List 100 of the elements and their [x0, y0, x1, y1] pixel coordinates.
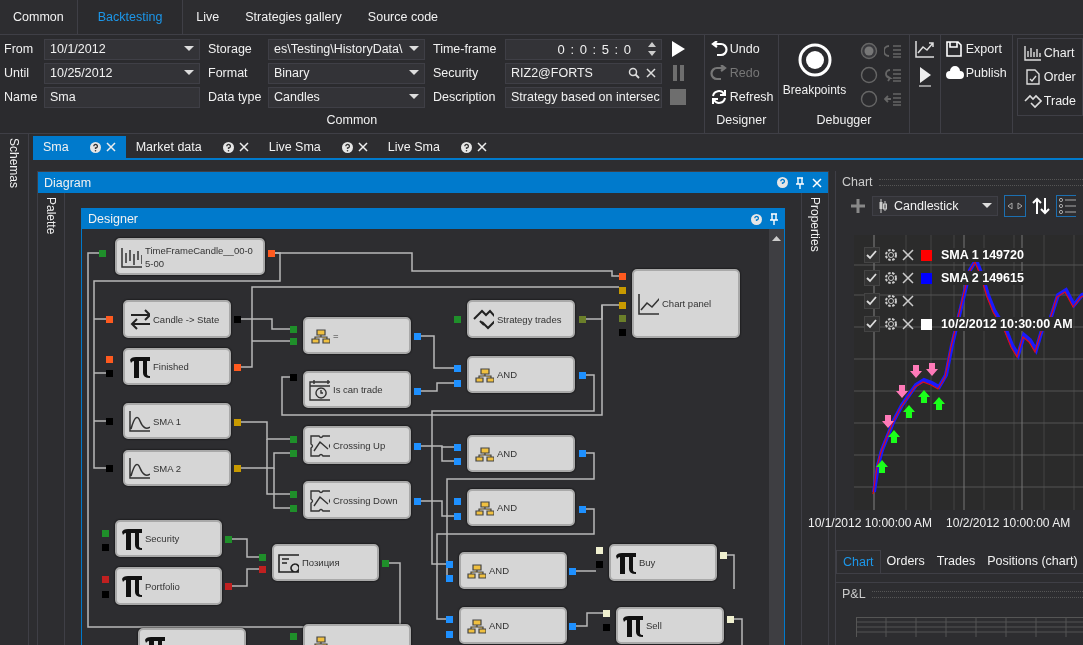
port[interactable]: [290, 633, 297, 640]
settings-icon[interactable]: [883, 293, 899, 309]
port[interactable]: [454, 513, 461, 520]
port[interactable]: [106, 465, 113, 472]
ribbon-tab[interactable]: Backtesting: [76, 0, 184, 34]
port[interactable]: [102, 591, 109, 598]
breakpoints-button[interactable]: Breakpoints: [778, 37, 851, 101]
order-window-button[interactable]: Order: [1023, 66, 1076, 87]
close-icon[interactable]: [476, 142, 487, 152]
diagram-node[interactable]: AND: [459, 552, 567, 589]
search-icon[interactable]: [628, 67, 640, 79]
port[interactable]: [225, 536, 232, 543]
chart-tab[interactable]: Trades: [930, 550, 982, 572]
radio-button[interactable]: [860, 90, 879, 108]
checkbox[interactable]: [864, 270, 880, 286]
document-tab[interactable]: Sma: [33, 136, 126, 158]
port[interactable]: [234, 364, 241, 371]
document-tab[interactable]: Market data: [125, 136, 259, 158]
properties-panel-tab[interactable]: Properties: [808, 197, 822, 252]
input-field[interactable]: Strategy based on intersec: [505, 86, 662, 108]
diagram-node[interactable]: Candle -> State: [123, 300, 231, 338]
diagram-node[interactable]: SMA 2: [123, 450, 231, 486]
diagram-node[interactable]: SMA 1: [123, 403, 231, 439]
chart-tab[interactable]: Orders: [880, 550, 931, 572]
chart-tab[interactable]: Chart: [836, 550, 881, 573]
port[interactable]: [446, 616, 453, 623]
port[interactable]: [234, 316, 241, 323]
tab-title[interactable]: Sma: [43, 140, 69, 154]
dropdown-field[interactable]: 10/1/2012: [44, 38, 200, 60]
port[interactable]: [106, 418, 113, 425]
diagram-node[interactable]: Portfolio: [115, 567, 222, 605]
refresh-button[interactable]: Refresh: [709, 86, 774, 107]
port[interactable]: [454, 365, 461, 372]
remove-icon[interactable]: [902, 318, 914, 330]
diagram-node[interactable]: AND: [459, 607, 567, 644]
input-field[interactable]: Sma: [44, 86, 200, 108]
help-icon[interactable]: [89, 141, 101, 153]
ribbon-tab[interactable]: Live: [183, 0, 233, 34]
diagram-node[interactable]: Is can trade: [303, 371, 411, 408]
port[interactable]: [454, 380, 461, 387]
port[interactable]: [579, 506, 586, 513]
diagram-node[interactable]: Strategy trades: [467, 300, 575, 338]
sort-icon[interactable]: [1032, 197, 1050, 215]
checkbox[interactable]: [864, 316, 880, 332]
document-tab[interactable]: Live Sma: [377, 136, 497, 158]
radio-button[interactable]: [860, 42, 879, 60]
play-icon[interactable]: [916, 66, 933, 88]
help-icon[interactable]: [341, 141, 353, 153]
port[interactable]: [414, 333, 421, 340]
undo-button[interactable]: Undo: [709, 38, 760, 59]
port[interactable]: [234, 419, 241, 426]
help-icon[interactable]: [460, 141, 472, 153]
port[interactable]: [290, 374, 297, 381]
ribbon-tab[interactable]: Common: [0, 0, 77, 34]
play-button[interactable]: [670, 40, 686, 58]
settings-icon[interactable]: [883, 270, 899, 286]
diagram-node[interactable]: AND: [467, 435, 575, 472]
port[interactable]: [414, 443, 421, 450]
diagram-node[interactable]: TimeFrameCandle__00-05-00: [115, 238, 265, 275]
diagram-node[interactable]: =: [303, 317, 411, 354]
close-icon[interactable]: [238, 142, 249, 152]
tab-title[interactable]: Live Sma: [387, 140, 440, 154]
dropdown-field[interactable]: 10/25/2012: [44, 62, 200, 84]
settings-icon[interactable]: [883, 247, 899, 263]
diagram-node[interactable]: Crossing Down: [303, 481, 411, 519]
port[interactable]: [720, 552, 727, 559]
diagram-node[interactable]: Позиция: [272, 544, 379, 581]
port[interactable]: [414, 388, 421, 395]
chart-type-dropdown[interactable]: Candlestick: [872, 196, 998, 216]
port[interactable]: [446, 631, 453, 638]
port[interactable]: [99, 250, 106, 257]
chart-tab[interactable]: Positions (chart): [981, 550, 1083, 572]
clear-icon[interactable]: [646, 68, 656, 78]
port[interactable]: [579, 372, 586, 379]
remove-icon[interactable]: [902, 295, 914, 307]
diagram-node[interactable]: Chart panel: [632, 269, 740, 338]
spinner-field[interactable]: 0 : 0 : 5 : 0: [505, 38, 662, 60]
port[interactable]: [225, 583, 232, 590]
port[interactable]: [727, 616, 734, 623]
chart-window-button[interactable]: Chart: [1023, 42, 1076, 63]
trade-window-button[interactable]: Trade: [1023, 90, 1076, 111]
legend-list-icon[interactable]: [1056, 195, 1076, 217]
scroll-up-icon[interactable]: [772, 235, 781, 241]
export-button[interactable]: Export: [945, 38, 1002, 59]
port[interactable]: [268, 250, 275, 257]
radio-button[interactable]: [860, 66, 879, 84]
dropdown-field[interactable]: Candles: [268, 86, 425, 108]
pin-icon[interactable]: [770, 213, 778, 225]
diagram-node[interactable]: AND: [467, 489, 575, 526]
pin-icon[interactable]: [796, 176, 804, 189]
port[interactable]: [569, 623, 576, 630]
diagram-node[interactable]: Finished: [123, 348, 231, 385]
port[interactable]: [454, 316, 461, 323]
line-chart-icon[interactable]: [914, 40, 935, 58]
schemas-panel-tab[interactable]: Schemas: [7, 138, 21, 189]
palette-panel-tab[interactable]: Palette: [44, 197, 58, 235]
document-tab[interactable]: Live Sma: [258, 136, 378, 158]
checkbox[interactable]: [864, 247, 880, 263]
dropdown-field[interactable]: Binary: [268, 62, 425, 84]
port[interactable]: [382, 560, 389, 567]
